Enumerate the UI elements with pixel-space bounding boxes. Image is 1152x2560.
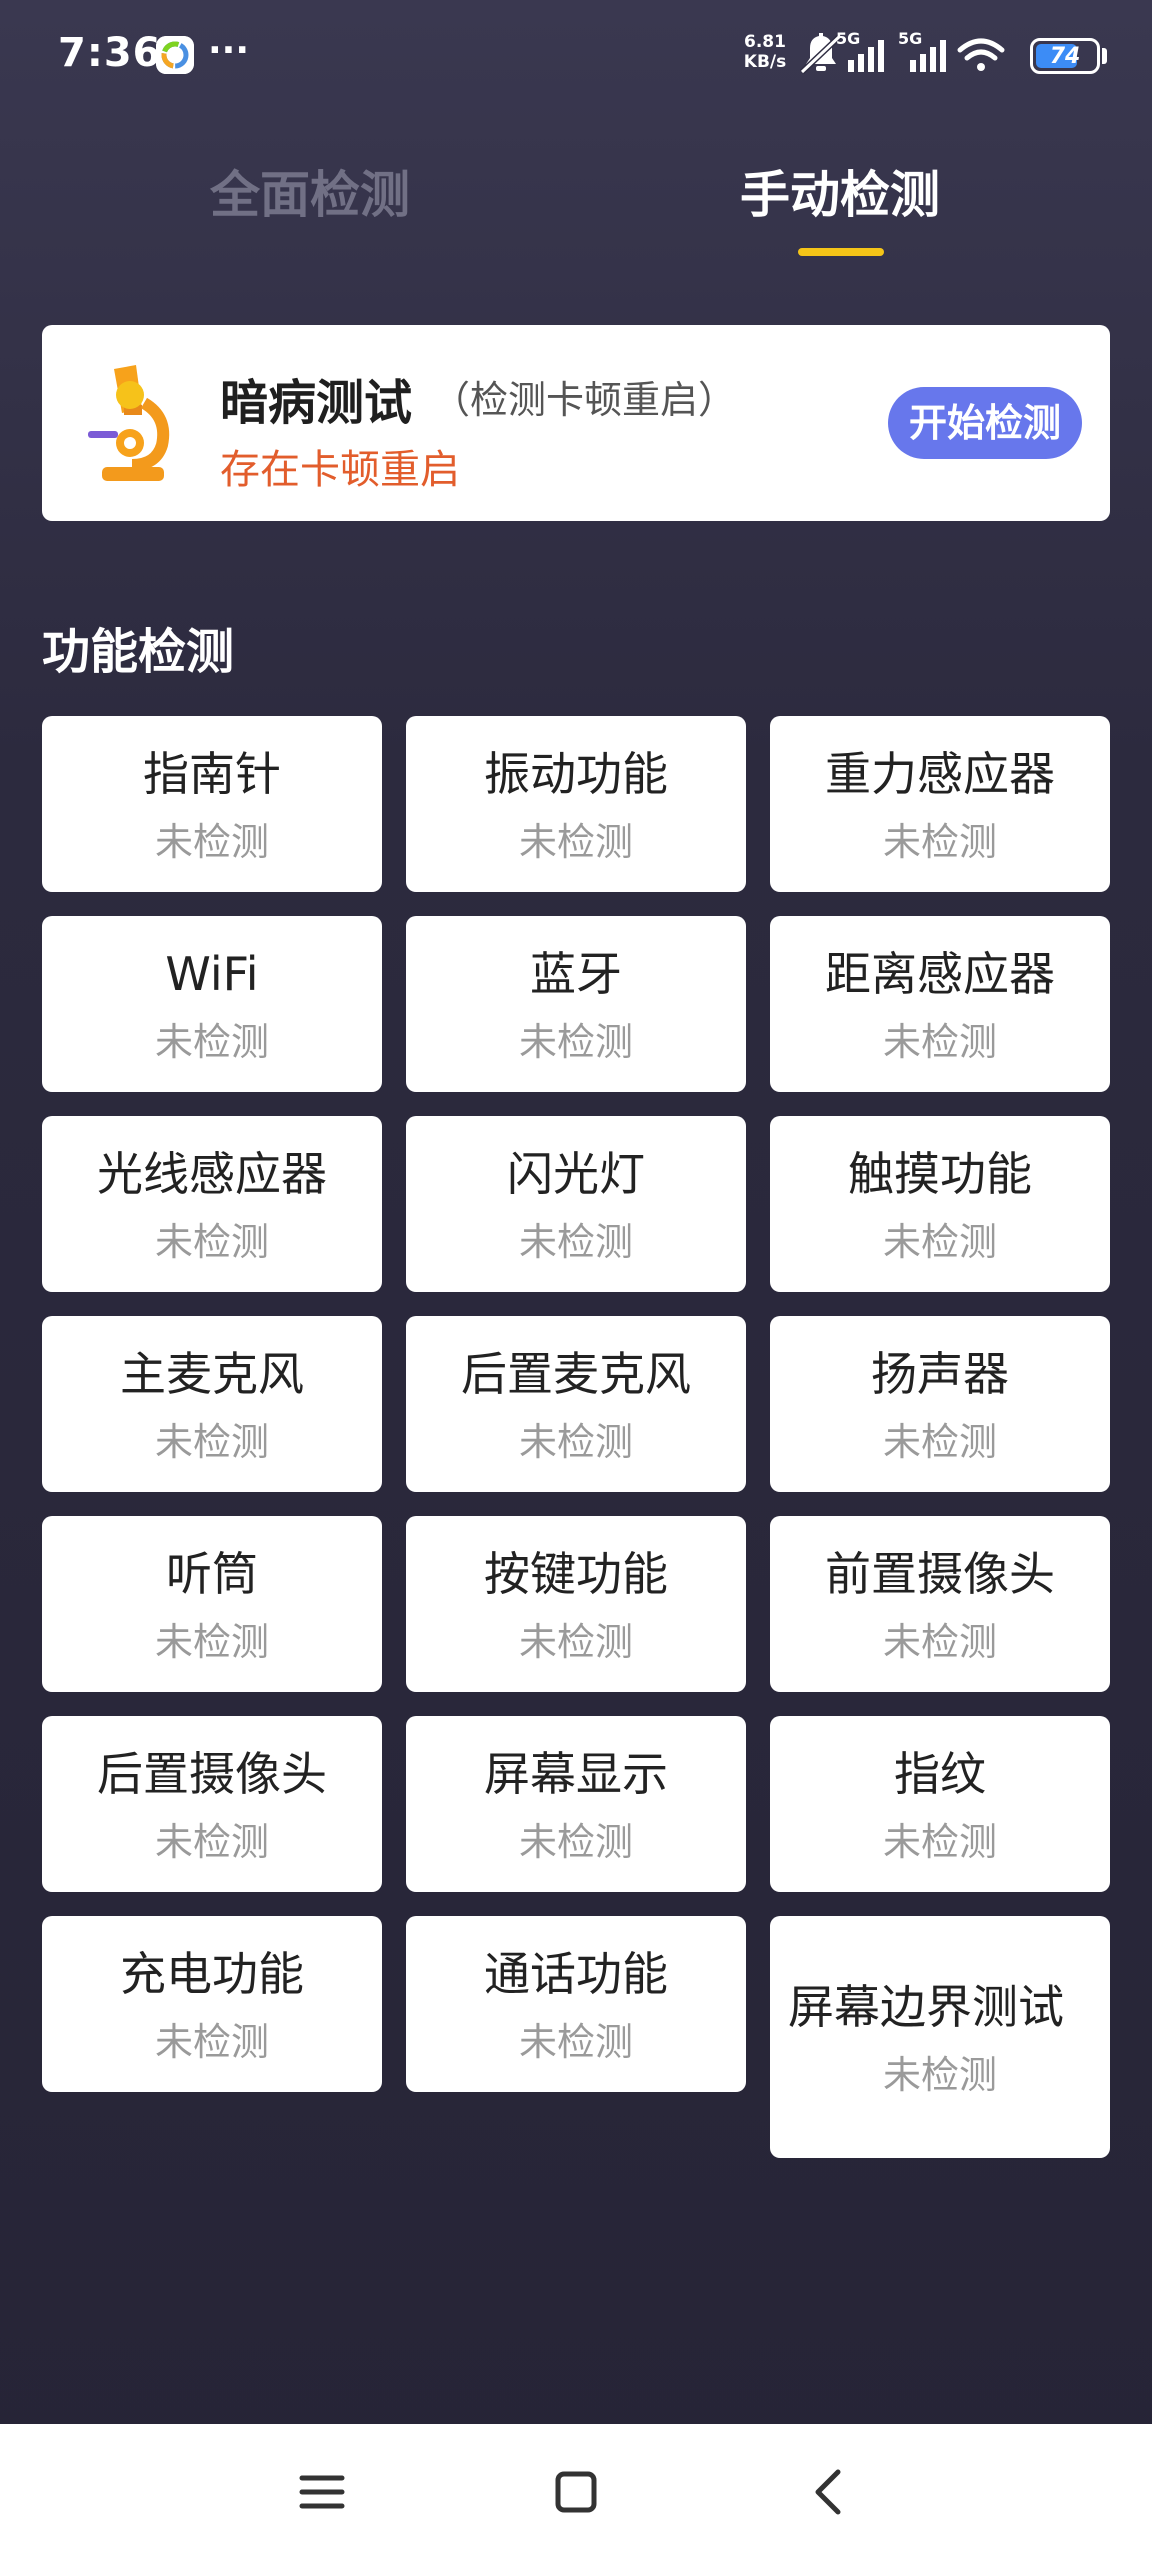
status-bar: 7:36 ··· 6.81 KB/s 5G 5G 74 [0,0,1152,110]
tab-manual-check[interactable]: 手动检测 [725,155,955,227]
function-tile-name: 主麦克风 [120,1346,304,1401]
function-tile-name: 重力感应器 [825,746,1055,801]
network-speed: 6.81 KB/s [740,32,790,72]
function-tile[interactable]: 蓝牙 未检测 [406,916,746,1092]
microscope-icon [88,365,170,481]
function-tile[interactable]: 指南针 未检测 [42,716,382,892]
app-icon [156,36,194,74]
function-tile[interactable]: 前置摄像头 未检测 [770,1516,1110,1692]
function-tile-status: 未检测 [882,1419,997,1464]
function-tile-name: 光线感应器 [97,1146,327,1201]
function-tile[interactable]: 光线感应器 未检测 [42,1116,382,1292]
battery-icon: 74 [1030,38,1100,74]
function-tile[interactable]: 屏幕显示 未检测 [406,1716,746,1892]
function-tile-status: 未检测 [518,819,633,864]
function-tile-name: 按键功能 [484,1546,668,1601]
function-tile[interactable]: 振动功能 未检测 [406,716,746,892]
function-tile-name: 前置摄像头 [825,1546,1055,1601]
function-tile-name: 触摸功能 [848,1146,1032,1201]
menu-icon[interactable] [292,2462,352,2522]
function-tile-name: WiFi [165,946,259,1001]
network-speed-unit: KB/s [743,52,787,72]
function-tile[interactable]: 扬声器 未检测 [770,1316,1110,1492]
status-icons: 5G 5G [800,29,1005,75]
function-tile-status: 未检测 [882,1819,997,1864]
tab-comprehensive-check[interactable]: 全面检测 [195,155,425,227]
function-tile-status: 未检测 [518,1419,633,1464]
function-tile-name: 后置摄像头 [97,1746,327,1801]
signal-icon: 5G [836,29,884,72]
battery-cap [1102,48,1107,64]
function-tile-name: 距离感应器 [825,946,1055,1001]
home-icon[interactable] [546,2462,606,2522]
function-tile-status: 未检测 [518,1019,633,1064]
function-tile-status: 未检测 [518,1219,633,1264]
hidden-issue-title: 暗病测试 [220,375,413,431]
function-tile-name: 屏幕边界测试 [788,1979,1064,2034]
function-tile[interactable]: 充电功能 未检测 [42,1916,382,2092]
function-tile-name: 扬声器 [871,1346,1009,1401]
function-tile-status: 未检测 [154,1819,269,1864]
function-tile-status: 未检测 [882,2052,997,2097]
function-tile[interactable]: 主麦克风 未检测 [42,1316,382,1492]
function-tile-name: 后置麦克风 [461,1346,691,1401]
function-tile-status: 未检测 [154,1619,269,1664]
function-tile[interactable]: 指纹 未检测 [770,1716,1110,1892]
tab-active-indicator [798,248,884,256]
function-tile[interactable]: 听筒 未检测 [42,1516,382,1692]
hidden-issue-card[interactable]: 暗病测试 （检测卡顿重启） 存在卡顿重启 开始检测 [42,325,1110,521]
function-tile-name: 指南针 [143,746,281,801]
function-tile-name: 振动功能 [484,746,668,801]
signal-icon: 5G [898,29,946,72]
function-tile-name: 充电功能 [120,1946,304,2001]
more-notifications-icon: ··· [208,30,250,71]
function-tile[interactable]: WiFi 未检测 [42,916,382,1092]
function-tile-status: 未检测 [154,1219,269,1264]
function-tile-status: 未检测 [882,819,997,864]
signal-1-label: 5G [836,29,860,48]
function-tile-name: 通话功能 [484,1946,668,2001]
function-tile-status: 未检测 [518,1819,633,1864]
bell-muted-icon [800,33,843,75]
function-tile-name: 听筒 [166,1546,258,1601]
network-speed-value: 6.81 [744,32,786,52]
status-time: 7:36 [58,30,162,76]
function-tile-status: 未检测 [154,2019,269,2064]
function-tile-name: 蓝牙 [530,946,622,1001]
function-tile-status: 未检测 [518,1619,633,1664]
function-tile[interactable]: 触摸功能 未检测 [770,1116,1110,1292]
function-tile[interactable]: 后置麦克风 未检测 [406,1316,746,1492]
function-tile[interactable]: 屏幕边界测试未检测 [770,1916,1110,2158]
function-tile-name: 屏幕显示 [484,1746,668,1801]
signal-2-label: 5G [898,29,922,48]
battery-level: 74 [1049,43,1081,69]
function-tile-status: 未检测 [882,1219,997,1264]
function-tile[interactable]: 闪光灯 未检测 [406,1116,746,1292]
function-tile[interactable]: 通话功能 未检测 [406,1916,746,2092]
function-tile-status: 未检测 [518,2019,633,2064]
back-icon[interactable] [800,2462,860,2522]
function-tile-status: 未检测 [882,1019,997,1064]
wifi-icon [957,38,1005,71]
function-tile-status: 未检测 [154,819,269,864]
function-tile[interactable]: 距离感应器 未检测 [770,916,1110,1092]
function-tile[interactable]: 按键功能 未检测 [406,1516,746,1692]
function-tile-status: 未检测 [154,1019,269,1064]
function-tile[interactable]: 后置摄像头 未检测 [42,1716,382,1892]
navigation-bar [0,2424,1152,2560]
hidden-issue-status: 存在卡顿重启 [220,447,460,493]
hidden-issue-subtitle: （检测卡顿重启） [432,378,737,422]
function-check-grid: 指南针 未检测 振动功能 未检测 重力感应器 未检测 WiFi 未检测 蓝牙 未检测 距离感应器 未检… [42,716,1110,2158]
function-tile-status: 未检测 [882,1619,997,1664]
function-tile[interactable]: 重力感应器 未检测 [770,716,1110,892]
function-tile-status: 未检测 [154,1419,269,1464]
section-title: 功能检测 [42,624,235,680]
start-check-button[interactable]: 开始检测 [888,387,1082,459]
function-tile-name: 闪光灯 [507,1146,645,1201]
function-tile-name: 指纹 [894,1746,986,1801]
